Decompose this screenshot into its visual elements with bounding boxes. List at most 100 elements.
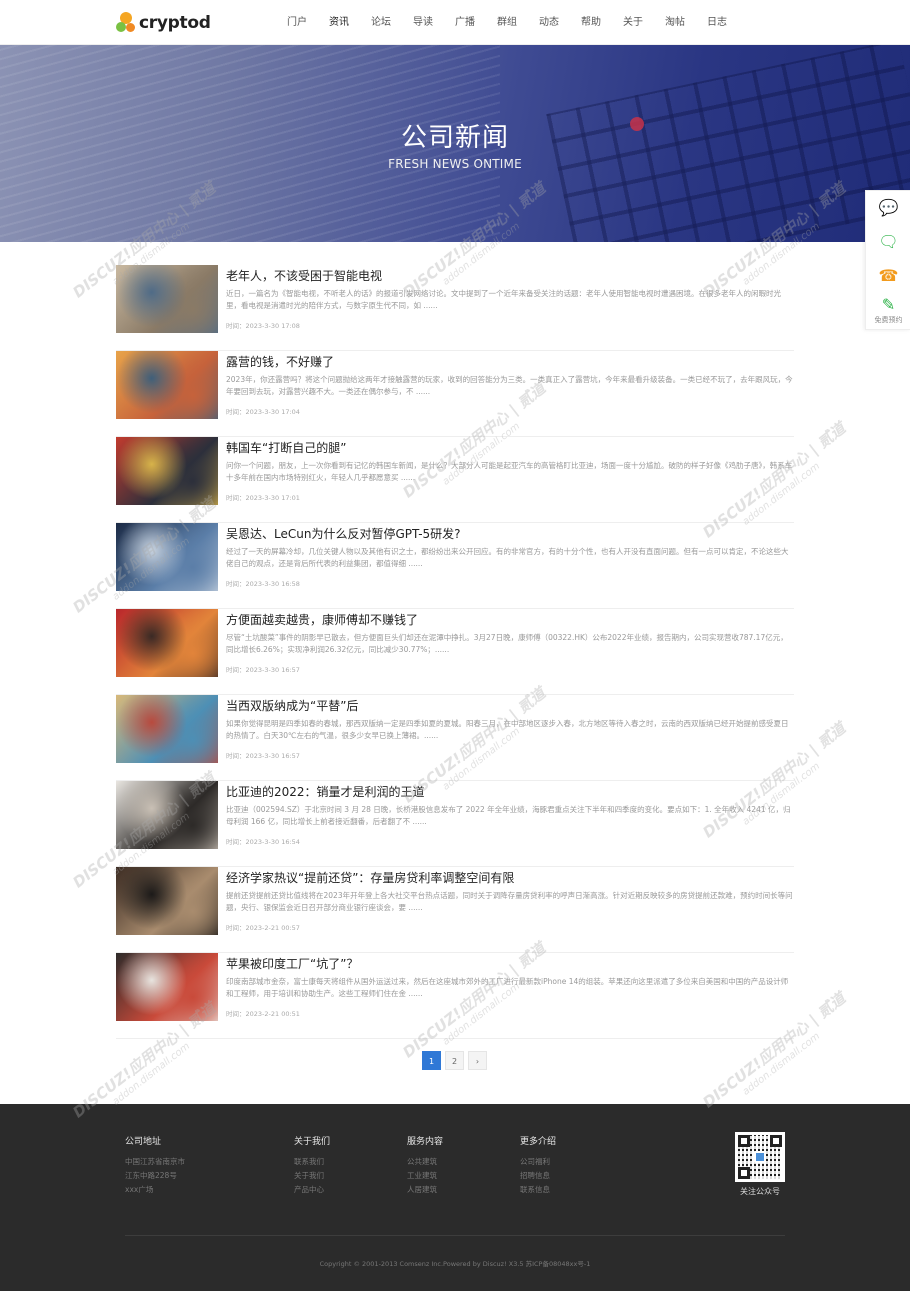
news-title[interactable]: 比亚迪的2022：销量才是利润的王道 (226, 783, 425, 800)
news-thumbnail[interactable] (116, 867, 218, 935)
news-thumbnail[interactable] (116, 609, 218, 677)
footer-text: 江东中路228号 (125, 1171, 177, 1180)
footer-col-title: 公司地址 (125, 1137, 162, 1147)
news-item[interactable]: 比亚迪的2022：销量才是利润的王道比亚迪（002594.SZ）于北京时间 3 … (116, 781, 794, 867)
news-title[interactable]: 老年人，不该受困于智能电视 (226, 267, 382, 284)
news-summary: 如果你觉得昆明是四季如春的春城，那西双版纳一定是四季如夏的夏城。阳春三月，在中部… (226, 719, 789, 740)
side-booking-label: 免费预约 (874, 315, 903, 324)
side-wechat-button[interactable]: 🗨 (866, 225, 910, 259)
news-summary: 2023年，你还露营吗？将这个问题抛给这两年才接触露营的玩家，收到的回答能分为三… (226, 375, 793, 396)
footer-link[interactable]: 公司福利 (520, 1155, 556, 1169)
footer-col-title: 更多介绍 (520, 1137, 557, 1147)
site-header: cryptod 门户 资讯 论坛 导读 广播 群组 动态 帮助 关于 淘帖 日志 (0, 0, 910, 45)
news-item[interactable]: 老年人，不该受困于智能电视近日，一篇名为《智能电视，不听老人的话》的报道引发网络… (116, 265, 794, 351)
news-item[interactable]: 当西双版纳成为“平替”后如果你觉得昆明是四季如春的春城，那西双版纳一定是四季如夏… (116, 695, 794, 781)
news-item[interactable]: 经济学家热议“提前还贷”：存量房贷利率调整空间有限提前还贷提前还贷比值线将在20… (116, 867, 794, 953)
news-title[interactable]: 韩国车“打断自己的腿” (226, 439, 346, 456)
news-time: 时间：2023-3-30 17:08 (226, 322, 300, 330)
site-logo[interactable]: cryptod (116, 11, 211, 35)
main-nav: 门户 资讯 论坛 导读 广播 群组 动态 帮助 关于 淘帖 日志 (287, 0, 749, 45)
nav-item-portal[interactable]: 门户 (287, 0, 307, 45)
news-title[interactable]: 吴恩达、LeCun为什么反对暂停GPT-5研发? (226, 525, 461, 542)
footer-link[interactable]: 产品中心 (294, 1183, 330, 1197)
news-thumbnail[interactable] (116, 437, 218, 505)
nav-item-about[interactable]: 关于 (623, 0, 643, 45)
news-summary: 比亚迪（002594.SZ）于北京时间 3 月 28 日晚，长桥港股信息发布了 … (226, 805, 791, 826)
footer-col-title: 关于我们 (294, 1137, 331, 1147)
nav-item-collections[interactable]: 淘帖 (665, 0, 685, 45)
news-time: 时间：2023-3-30 17:01 (226, 494, 300, 502)
footer-link[interactable]: 工业建筑 (407, 1169, 443, 1183)
footer-link[interactable]: 联系信息 (520, 1183, 556, 1197)
footer-col-title: 服务内容 (407, 1137, 444, 1147)
page-title: 公司新闻 (400, 123, 509, 153)
news-thumbnail[interactable] (116, 953, 218, 1021)
news-time: 时间：2023-3-30 16:57 (226, 752, 300, 760)
side-phone-button[interactable]: ☎ (866, 259, 910, 293)
news-thumbnail[interactable] (116, 695, 218, 763)
news-title[interactable]: 当西双版纳成为“平替”后 (226, 697, 358, 714)
nav-item-help[interactable]: 帮助 (581, 0, 601, 45)
news-item[interactable]: 露营的钱，不好赚了 2023年，你还露营吗？将这个问题抛给这两年才接触露营的玩家，… (116, 351, 794, 437)
news-time: 时间：2023-3-30 16:54 (226, 838, 300, 846)
copyright: Copyright © 2001-2013 Comsenz Inc.Powere… (319, 1260, 591, 1268)
news-title[interactable]: 苹果被印度工厂“坑了”？ (226, 955, 358, 972)
news-summary: 提前还贷提前还贷比值线将在2023年开年登上各大社交平台热点话题，同时关于调降存… (226, 891, 793, 912)
news-title[interactable]: 露营的钱，不好赚了 (226, 353, 334, 370)
chat-icon: 💬 (878, 198, 899, 217)
edit-icon: ✎ (881, 294, 896, 314)
nav-item-feed[interactable]: 动态 (539, 0, 559, 45)
side-chat-button[interactable]: 💬 (866, 191, 910, 225)
nav-item-guide[interactable]: 导读 (413, 0, 433, 45)
news-thumbnail[interactable] (116, 523, 218, 591)
news-summary: 经过了一天的屏幕冷却，几位关键人物以及其他有识之士，都纷纷出来公开回应。有的非常… (226, 547, 789, 568)
next-page-button[interactable]: › (468, 1051, 487, 1070)
footer-text: xxx广场 (125, 1185, 154, 1194)
news-summary: 印度南部城市金奈，富士康每天将组件从国外运送过来，然后在这座城市郊外的工厂进行最… (226, 977, 789, 998)
logo-text: cryptod (139, 13, 211, 33)
logo-icon (116, 12, 136, 34)
nav-item-broadcast[interactable]: 广播 (455, 0, 475, 45)
phone-icon: ☎ (878, 266, 899, 285)
news-time: 时间：2023-3-30 17:04 (226, 408, 300, 416)
news-item[interactable]: 方便面越卖越贵，康师傅却不赚钱了尽管“土坑酸菜”事件的阴影早已散去，但方便面巨头… (116, 609, 794, 695)
news-summary: 尽管“土坑酸菜”事件的阴影早已散去，但方便面巨头们却还在泥潭中挣扎。3月27日晚… (226, 633, 788, 654)
news-time: 时间：2023-3-30 16:58 (226, 580, 300, 588)
footer-link[interactable]: 人居建筑 (407, 1183, 443, 1197)
nav-item-groups[interactable]: 群组 (497, 0, 517, 45)
page-banner: 公司新闻 FRESH NEWS ONTIME (0, 45, 910, 242)
footer-divider (125, 1235, 785, 1236)
footer-col-about: 关于我们 联系我们 关于我们 产品中心 (294, 1134, 330, 1197)
nav-item-news[interactable]: 资讯 (329, 0, 349, 45)
news-list: 老年人，不该受困于智能电视近日，一篇名为《智能电视，不听老人的话》的报道引发网络… (116, 265, 794, 1039)
wechat-icon: 🗨 (878, 232, 899, 251)
footer-link[interactable]: 联系我们 (294, 1155, 330, 1169)
pagination: 1 2 › (422, 1051, 491, 1070)
page-button-2[interactable]: 2 (445, 1051, 464, 1070)
page-button-1[interactable]: 1 (422, 1051, 441, 1070)
qr-label: 关注公众号 (740, 1187, 780, 1196)
footer-col-services: 服务内容 公共建筑 工业建筑 人居建筑 (407, 1134, 443, 1197)
site-footer: 公司地址 中国江苏省南京市 江东中路228号 xxx广场 关于我们 联系我们 关… (0, 1104, 910, 1291)
news-item[interactable]: 吴恩达、LeCun为什么反对暂停GPT-5研发? 经过了一天的屏幕冷却，几位关键人… (116, 523, 794, 609)
news-summary: 近日，一篇名为《智能电视，不听老人的话》的报道引发网络讨论。文中提到了一个近年来… (226, 289, 781, 310)
footer-link[interactable]: 招聘信息 (520, 1169, 556, 1183)
footer-link[interactable]: 关于我们 (294, 1169, 330, 1183)
news-title[interactable]: 经济学家热议“提前还贷”：存量房贷利率调整空间有限 (226, 869, 514, 886)
news-thumbnail[interactable] (116, 781, 218, 849)
footer-text: 中国江苏省南京市 (125, 1157, 185, 1166)
footer-col-more: 更多介绍 公司福利 招聘信息 联系信息 (520, 1134, 556, 1197)
side-contact-bar: 💬 🗨 ☎ ✎ 免费预约 (865, 190, 910, 330)
footer-col-address: 公司地址 中国江苏省南京市 江东中路228号 xxx广场 (125, 1134, 185, 1197)
nav-item-blog[interactable]: 日志 (707, 0, 727, 45)
news-thumbnail[interactable] (116, 265, 218, 333)
news-title[interactable]: 方便面越卖越贵，康师傅却不赚钱了 (226, 611, 418, 628)
wechat-qr-code (735, 1132, 785, 1182)
news-item[interactable]: 苹果被印度工厂“坑了”？ 印度南部城市金奈，富士康每天将组件从国外运送过来，然后在… (116, 953, 794, 1039)
news-item[interactable]: 韩国车“打断自己的腿” 问你一个问题，朋友，上一次你看到有记忆的韩国车新闻，是什么… (116, 437, 794, 523)
nav-item-forum[interactable]: 论坛 (371, 0, 391, 45)
news-summary: 问你一个问题，朋友，上一次你看到有记忆的韩国车新闻，是什么？大部分人可能是起亚汽… (226, 461, 793, 482)
news-thumbnail[interactable] (116, 351, 218, 419)
footer-link[interactable]: 公共建筑 (407, 1155, 443, 1169)
side-booking-button[interactable]: ✎ 免费预约 (866, 293, 910, 327)
